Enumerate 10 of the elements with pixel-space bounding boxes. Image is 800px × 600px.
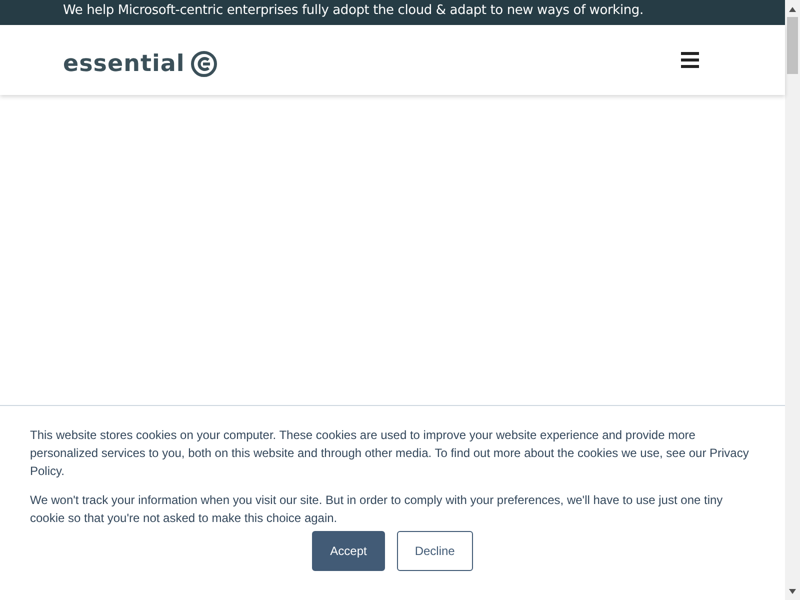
cookie-notice-text: This website stores cookies on your computer. These cookies are used to improve your website experience and provide more personalized services to you, both on this website and through other media. To find out more about the cookies we use, see our Privacy Policy.: [30, 427, 750, 480]
scrollbar[interactable]: [785, 0, 800, 600]
logo[interactable]: essential: [63, 51, 217, 77]
decline-button[interactable]: Decline: [396, 531, 473, 571]
logo-icon: [190, 51, 217, 77]
tagline: We help Microsoft-centric enterprises fully adopt the cloud & adapt to new ways of working.: [63, 3, 644, 18]
cookie-notice-text: We won't track your information when you visit our site. But in order to comply with your preferences, we'll have to use just one tiny cookie so that you're not asked to make this choice again.: [30, 492, 724, 527]
menu-button[interactable]: [681, 52, 699, 68]
accept-button[interactable]: Accept: [312, 531, 385, 571]
menu-icon: [681, 52, 699, 68]
